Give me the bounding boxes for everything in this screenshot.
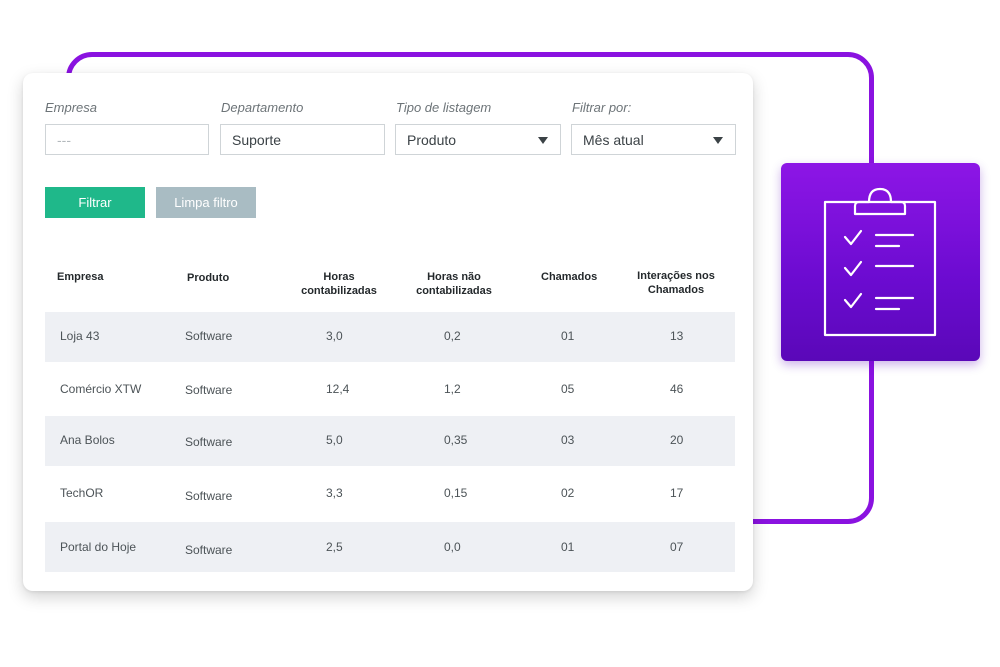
cell-empresa: Loja 43 — [60, 329, 100, 343]
cell-empresa: Comércio XTW — [60, 382, 142, 396]
cell-chamados: 01 — [561, 329, 575, 343]
cell-horas-nao: 0,35 — [444, 433, 468, 447]
header-horas-nao-contabilizadas: Horas não contabilizadas — [404, 270, 504, 298]
empresa-input[interactable]: --- — [45, 124, 209, 155]
empresa-filter-label: Empresa — [45, 100, 98, 115]
header-empresa: Empresa — [57, 271, 104, 283]
cell-horas: 5,0 — [326, 433, 343, 447]
cell-interacoes: 13 — [670, 329, 684, 343]
table-row[interactable]: TechOR Software 3,3 0,15 02 17 — [45, 468, 735, 518]
header-horas-line2: contabilizadas — [301, 285, 377, 297]
cell-horas: 12,4 — [326, 382, 350, 396]
cell-interacoes: 17 — [670, 486, 684, 500]
header-interacoes-line1: Interações nos — [637, 270, 715, 282]
tipo-listagem-select-value: Produto — [407, 131, 457, 148]
header-horas-line1: Horas — [323, 271, 355, 283]
clear-filter-button[interactable]: Limpa filtro — [156, 187, 256, 218]
filtrar-por-filter-label: Filtrar por: — [572, 100, 632, 115]
filter-button[interactable]: Filtrar — [45, 187, 145, 218]
departamento-input[interactable]: Suporte — [220, 124, 385, 155]
cell-chamados: 03 — [561, 433, 575, 447]
cell-chamados: 02 — [561, 486, 575, 500]
report-panel: Empresa --- Departamento Suporte Tipo de… — [23, 73, 753, 591]
cell-interacoes: 46 — [670, 382, 684, 396]
table-row[interactable]: Portal do Hoje Software 2,5 0,0 01 07 — [45, 522, 735, 572]
tipo-listagem-filter-label: Tipo de listagem — [396, 100, 492, 115]
departamento-input-value: Suporte — [232, 131, 282, 148]
clipboard-svg — [823, 187, 937, 337]
cell-chamados: 01 — [561, 540, 575, 554]
cell-horas-nao: 0,0 — [444, 540, 461, 554]
header-horas-nao-line2: contabilizadas — [416, 285, 492, 297]
clipboard-checklist-icon — [781, 163, 980, 361]
cell-produto: Software — [185, 543, 233, 557]
tipo-listagem-select[interactable]: Produto — [395, 124, 561, 155]
header-produto: Produto — [187, 272, 230, 284]
cell-chamados: 05 — [561, 382, 575, 396]
cell-horas: 3,3 — [326, 486, 343, 500]
header-horas-nao-line1: Horas não — [427, 271, 481, 283]
cell-horas: 2,5 — [326, 540, 343, 554]
cell-horas: 3,0 — [326, 329, 343, 343]
empresa-input-value: --- — [57, 131, 71, 148]
filtrar-por-select-value: Mês atual — [583, 131, 644, 148]
table-row[interactable]: Loja 43 Software 3,0 0,2 01 13 — [45, 312, 735, 362]
cell-produto: Software — [185, 435, 233, 449]
cell-interacoes: 20 — [670, 433, 684, 447]
cell-empresa: Portal do Hoje — [60, 540, 137, 554]
cell-produto: Software — [185, 383, 233, 397]
cell-produto: Software — [185, 489, 233, 503]
chevron-down-icon — [713, 137, 723, 144]
cell-interacoes: 07 — [670, 540, 684, 554]
cell-produto: Software — [185, 329, 233, 343]
cell-empresa: TechOR — [60, 486, 104, 500]
table-row[interactable]: Comércio XTW Software 12,4 1,2 05 46 — [45, 364, 735, 414]
header-chamados: Chamados — [541, 271, 598, 283]
filtrar-por-select[interactable]: Mês atual — [571, 124, 736, 155]
header-interacoes: Interações nos Chamados — [626, 269, 726, 297]
chevron-down-icon — [538, 137, 548, 144]
cell-horas-nao: 1,2 — [444, 382, 461, 396]
cell-horas-nao: 0,2 — [444, 329, 461, 343]
departamento-filter-label: Departamento — [221, 100, 304, 115]
header-horas-contabilizadas: Horas contabilizadas — [289, 270, 389, 298]
header-interacoes-line2: Chamados — [647, 284, 705, 296]
cell-horas-nao: 0,15 — [444, 486, 468, 500]
cell-empresa: Ana Bolos — [60, 433, 115, 447]
table-row[interactable]: Ana Bolos Software 5,0 0,35 03 20 — [45, 416, 735, 466]
